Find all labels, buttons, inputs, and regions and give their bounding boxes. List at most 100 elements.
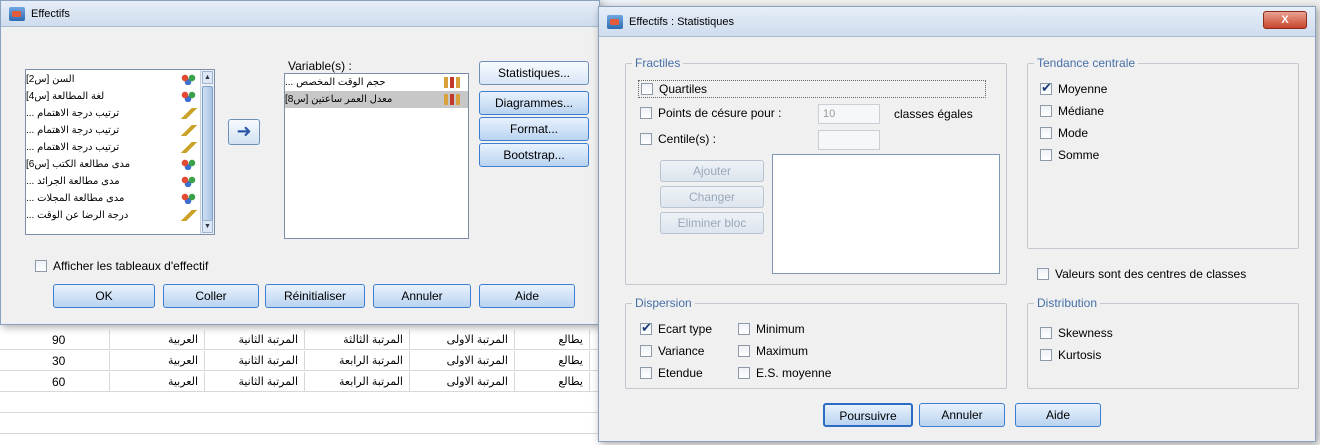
- mediane-checkbox[interactable]: Médiane: [1040, 104, 1104, 118]
- table-row[interactable]: 90 العربية المرتبة الثانية المرتبة الثال…: [0, 330, 640, 350]
- centile-input[interactable]: [818, 130, 880, 150]
- arrow-left-icon: ➜: [236, 121, 252, 141]
- format-button[interactable]: Format...: [479, 117, 589, 141]
- list-item[interactable]: مدى مطالعة المجلات ...: [26, 190, 202, 207]
- es-moyenne-checkbox[interactable]: E.S. moyenne: [738, 366, 831, 380]
- table-row[interactable]: 30 العربية المرتبة الثانية المرتبة الراب…: [0, 351, 640, 371]
- table-row[interactable]: [0, 414, 640, 434]
- list-item[interactable]: لغة المطالعة [س4]: [26, 88, 202, 105]
- checkbox-checked[interactable]: [1040, 80, 1052, 96]
- list-item-selected[interactable]: معدل العمر ساعتين [س8]: [285, 91, 468, 108]
- checkbox-box[interactable]: [1040, 327, 1052, 339]
- show-frequency-tables-checkbox[interactable]: Afficher les tableaux d'effectif: [35, 259, 208, 273]
- minimum-checkbox[interactable]: Minimum: [738, 322, 805, 336]
- scale-variable-icon: [444, 94, 460, 105]
- etendue-checkbox[interactable]: Etendue: [640, 366, 703, 380]
- close-button[interactable]: X: [1263, 11, 1307, 29]
- close-icon: X: [1281, 14, 1289, 26]
- ajouter-button[interactable]: Ajouter: [660, 160, 764, 182]
- maximum-checkbox[interactable]: Maximum: [738, 344, 808, 358]
- source-variable-list[interactable]: السن [س2] لغة المطالعة [س4] ترتيب درجة ا…: [25, 69, 215, 235]
- aide-button[interactable]: Aide: [1015, 403, 1101, 427]
- midpoints-checkbox[interactable]: Valeurs sont des centres de classes: [1037, 267, 1246, 281]
- scroll-up-icon[interactable]: ▲: [202, 71, 213, 84]
- list-item[interactable]: مدى مطالعة الجرائد ...: [26, 173, 202, 190]
- list-scrollbar[interactable]: ▲ ▼: [200, 70, 214, 234]
- skewness-checkbox[interactable]: Skewness: [1040, 326, 1113, 340]
- grid-cell[interactable]: المرتبة الرابعة: [305, 351, 410, 371]
- grid-cell[interactable]: يطالع: [515, 372, 590, 392]
- ok-button[interactable]: OK: [53, 284, 155, 308]
- checkbox-checked[interactable]: [640, 320, 652, 336]
- grid-cell[interactable]: المرتبة الرابعة: [305, 372, 410, 392]
- checkbox-box[interactable]: [640, 133, 652, 145]
- scale-variable-icon: [444, 77, 460, 88]
- scroll-down-icon[interactable]: ▼: [202, 220, 213, 233]
- table-row[interactable]: [0, 393, 640, 413]
- mode-checkbox[interactable]: Mode: [1040, 126, 1088, 140]
- grid-cell[interactable]: المرتبة الاولى: [410, 330, 515, 350]
- checkbox-box[interactable]: [738, 345, 750, 357]
- cutpoints-checkbox[interactable]: Points de césure pour :: [640, 106, 781, 120]
- centile-list[interactable]: [772, 154, 1000, 274]
- checkbox-box[interactable]: [1040, 349, 1052, 361]
- moyenne-checkbox[interactable]: Moyenne: [1040, 80, 1107, 96]
- table-row[interactable]: 60 العربية المرتبة الثانية المرتبة الراب…: [0, 372, 640, 392]
- somme-checkbox[interactable]: Somme: [1040, 148, 1099, 162]
- cutpoints-input[interactable]: 10: [818, 104, 880, 124]
- checkbox-box[interactable]: [640, 345, 652, 357]
- grid-cell[interactable]: العربية: [110, 351, 205, 371]
- kurtosis-checkbox[interactable]: Kurtosis: [1040, 348, 1101, 362]
- variance-checkbox[interactable]: Variance: [640, 344, 704, 358]
- annuler-button[interactable]: Annuler: [373, 284, 471, 308]
- list-item[interactable]: حجم الوقت المخصص ...: [285, 74, 468, 91]
- changer-button[interactable]: Changer: [660, 186, 764, 208]
- checkbox-box[interactable]: [640, 367, 652, 379]
- list-item[interactable]: السن [س2]: [26, 71, 202, 88]
- grid-cell[interactable]: المرتبة الثانية: [205, 372, 305, 392]
- variable-label: ترتيب درجة الاهتمام ...: [26, 142, 120, 153]
- checkbox-box[interactable]: [738, 367, 750, 379]
- grid-cell[interactable]: 30: [0, 351, 110, 371]
- list-item[interactable]: ترتيب درجة الاهتمام ...: [26, 122, 202, 139]
- grid-cell[interactable]: يطالع: [515, 351, 590, 371]
- grid-cell[interactable]: المرتبة الاولى: [410, 372, 515, 392]
- grid-cell[interactable]: العربية: [110, 372, 205, 392]
- centiles-checkbox[interactable]: Centile(s) :: [640, 132, 716, 146]
- app-icon: [607, 14, 623, 29]
- quartiles-checkbox[interactable]: Quartiles: [638, 80, 986, 98]
- eliminer-bloc-button[interactable]: Eliminer bloc: [660, 212, 764, 234]
- list-item[interactable]: درجة الرضا عن الوقت ...: [26, 207, 202, 224]
- scroll-thumb[interactable]: [202, 86, 213, 226]
- grid-cell[interactable]: العربية: [110, 330, 205, 350]
- annuler-button[interactable]: Annuler: [919, 403, 1005, 427]
- checkbox-box[interactable]: [1040, 127, 1052, 139]
- checkbox-box[interactable]: [738, 323, 750, 335]
- grid-cell[interactable]: 60: [0, 372, 110, 392]
- aide-button[interactable]: Aide: [479, 284, 575, 308]
- poursuivre-button[interactable]: Poursuivre: [823, 403, 913, 427]
- checkbox-box[interactable]: [641, 83, 653, 95]
- checkbox-box[interactable]: [35, 260, 47, 272]
- checkbox-box[interactable]: [640, 107, 652, 119]
- bootstrap-button[interactable]: Bootstrap...: [479, 143, 589, 167]
- statistiques-button[interactable]: Statistiques...: [479, 61, 589, 85]
- list-item[interactable]: ترتيب درجة الاهتمام ...: [26, 139, 202, 156]
- checkbox-box[interactable]: [1040, 149, 1052, 161]
- grid-cell[interactable]: المرتبة الثانية: [205, 351, 305, 371]
- selected-variable-list[interactable]: حجم الوقت المخصص ... معدل العمر ساعتين […: [284, 73, 469, 239]
- diagrammes-button[interactable]: Diagrammes...: [479, 91, 589, 115]
- move-variable-button[interactable]: ➜: [228, 119, 260, 145]
- reinitialiser-button[interactable]: Réinitialiser: [265, 284, 365, 308]
- grid-cell[interactable]: يطالع: [515, 330, 590, 350]
- list-item[interactable]: ترتيب درجة الاهتمام ...: [26, 105, 202, 122]
- checkbox-box[interactable]: [1037, 268, 1049, 280]
- coller-button[interactable]: Coller: [163, 284, 259, 308]
- grid-cell[interactable]: 90: [0, 330, 110, 350]
- grid-cell[interactable]: المرتبة الاولى: [410, 351, 515, 371]
- list-item[interactable]: مدى مطالعة الكتب [س6]: [26, 156, 202, 173]
- checkbox-box[interactable]: [1040, 105, 1052, 117]
- grid-cell[interactable]: المرتبة الثانية: [205, 330, 305, 350]
- grid-cell[interactable]: المرتبة الثالثة: [305, 330, 410, 350]
- ecart-type-checkbox[interactable]: Ecart type: [640, 320, 712, 336]
